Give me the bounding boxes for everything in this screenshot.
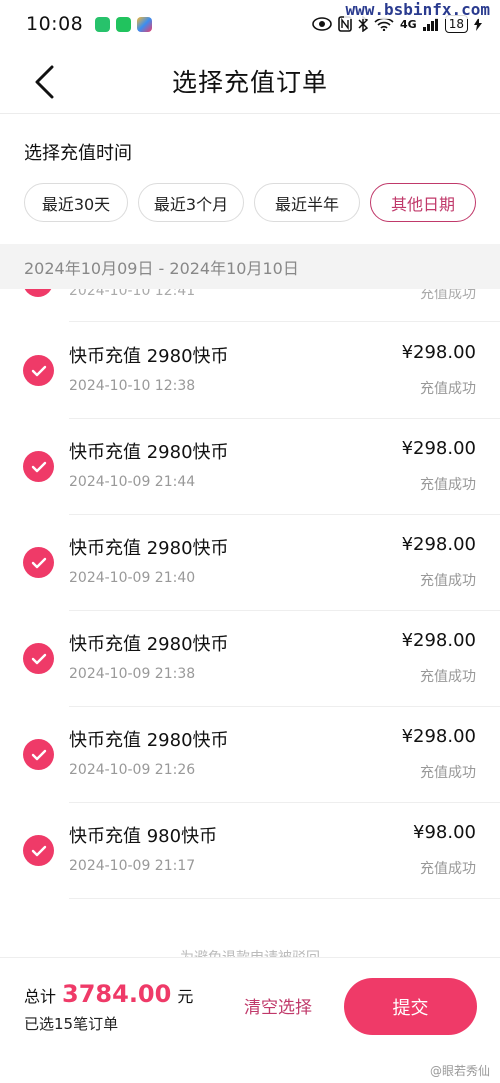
order-list[interactable]: 2024-10-10 12:41 充值成功 快币充值 2980快币 2024-1… <box>0 289 500 957</box>
order-amount: ¥298.00 <box>401 726 476 747</box>
order-date: 2024-10-10 12:38 <box>69 378 196 394</box>
signal-icon <box>422 18 438 31</box>
order-status: 充值成功 <box>420 765 476 781</box>
order-title: 快币充值 2980快币 <box>69 634 229 655</box>
order-amount: ¥298.00 <box>401 342 476 363</box>
check-circle-icon[interactable] <box>23 835 54 866</box>
check-circle-icon[interactable] <box>23 643 54 674</box>
order-row[interactable]: 快币充值 2980快币 2024-10-09 21:40 ¥298.00 充值成… <box>0 514 500 610</box>
app-icon-green <box>95 16 111 32</box>
check-circle-icon[interactable] <box>23 451 54 482</box>
order-status: 充值成功 <box>420 381 476 397</box>
order-row[interactable]: 快币充值 2980快币 2024-10-09 21:38 ¥298.00 充值成… <box>0 610 500 706</box>
date-range-text: 2024年10月09日 - 2024年10月10日 <box>24 258 299 278</box>
order-amount: ¥98.00 <box>413 822 476 843</box>
total-label: 总计 <box>24 987 57 1006</box>
chip-last-3-months[interactable]: 最近3个月 <box>138 183 244 222</box>
order-title: 快币充值 2980快币 <box>69 538 229 559</box>
row-divider <box>69 898 500 899</box>
back-button[interactable] <box>24 62 64 102</box>
order-title: 快币充值 980快币 <box>69 826 218 847</box>
total-amount: 3784.00 <box>62 980 172 1008</box>
order-title: 快币充值 2980快币 <box>69 442 229 463</box>
check-circle-icon <box>23 289 53 297</box>
total-unit: 元 <box>177 987 194 1006</box>
page-title: 选择充值订单 <box>171 68 328 97</box>
bottom-action-bar: 总计 3784.00 元 已选15笔订单 清空选择 提交 @眼若秀仙 <box>0 957 500 1083</box>
order-status: 充值成功 <box>420 477 476 493</box>
order-amount: ¥298.00 <box>401 534 476 555</box>
order-title: 快币充值 2980快币 <box>69 346 229 367</box>
chip-other-dates[interactable]: 其他日期 <box>370 183 476 222</box>
clear-selection-button[interactable]: 清空选择 <box>244 993 312 1018</box>
wifi-icon <box>374 17 394 31</box>
order-row-partial[interactable]: 2024-10-10 12:41 充值成功 <box>0 289 500 322</box>
charging-icon <box>474 17 482 31</box>
order-row[interactable]: 快币充值 2980快币 2024-10-10 12:38 ¥298.00 充值成… <box>0 322 500 418</box>
watermark-site: www.bsbinfx.com <box>343 0 492 19</box>
total-summary: 总计 3784.00 元 <box>24 980 193 1008</box>
status-app-icons <box>95 16 153 32</box>
order-date: 2024-10-09 21:38 <box>69 666 196 682</box>
selected-count: 已选15笔订单 <box>24 1015 119 1033</box>
check-circle-icon[interactable] <box>23 547 54 578</box>
order-status: 充值成功 <box>420 573 476 589</box>
order-date: 2024-10-09 21:26 <box>69 762 196 778</box>
eye-icon <box>312 17 332 31</box>
order-status: 充值成功 <box>420 861 476 877</box>
check-circle-icon[interactable] <box>23 739 54 770</box>
order-status: 充值成功 <box>420 289 476 302</box>
status-time: 10:08 <box>26 13 84 35</box>
check-circle-icon[interactable] <box>23 355 54 386</box>
order-status: 充值成功 <box>420 669 476 685</box>
chip-last-half-year[interactable]: 最近半年 <box>254 183 360 222</box>
order-date: 2024-10-09 21:40 <box>69 570 196 586</box>
network-type: 4G <box>400 17 417 31</box>
order-amount: ¥298.00 <box>401 438 476 459</box>
submit-button[interactable]: 提交 <box>344 978 477 1035</box>
nav-header: 选择充值订单 <box>0 48 500 114</box>
order-amount: ¥298.00 <box>401 630 476 651</box>
order-row[interactable]: 快币充值 2980快币 2024-10-09 21:26 ¥298.00 充值成… <box>0 706 500 802</box>
order-date: 2024-10-10 12:41 <box>69 289 196 299</box>
order-row[interactable]: 快币充值 2980快币 2024-10-09 21:44 ¥298.00 充值成… <box>0 418 500 514</box>
app-icon-multicolor <box>137 16 153 32</box>
watermark-author: @眼若秀仙 <box>429 1064 490 1078</box>
time-filter-chips: 最近30天 最近3个月 最近半年 其他日期 <box>24 183 476 222</box>
chevron-left-icon <box>35 65 54 99</box>
wechat-icon <box>116 16 132 32</box>
order-row[interactable]: 快币充值 980快币 2024-10-09 21:17 ¥98.00 充值成功 <box>0 802 500 898</box>
order-title: 快币充值 2980快币 <box>69 730 229 751</box>
time-filter-label: 选择充值时间 <box>24 143 132 164</box>
date-range-bar: 2024年10月09日 - 2024年10月10日 <box>0 244 500 289</box>
order-date: 2024-10-09 21:44 <box>69 474 196 490</box>
refund-hint-text: 为避免退款申请被驳回 <box>0 947 500 957</box>
header-divider <box>0 113 500 114</box>
chip-last-30-days[interactable]: 最近30天 <box>24 183 128 222</box>
order-date: 2024-10-09 21:17 <box>69 858 196 874</box>
